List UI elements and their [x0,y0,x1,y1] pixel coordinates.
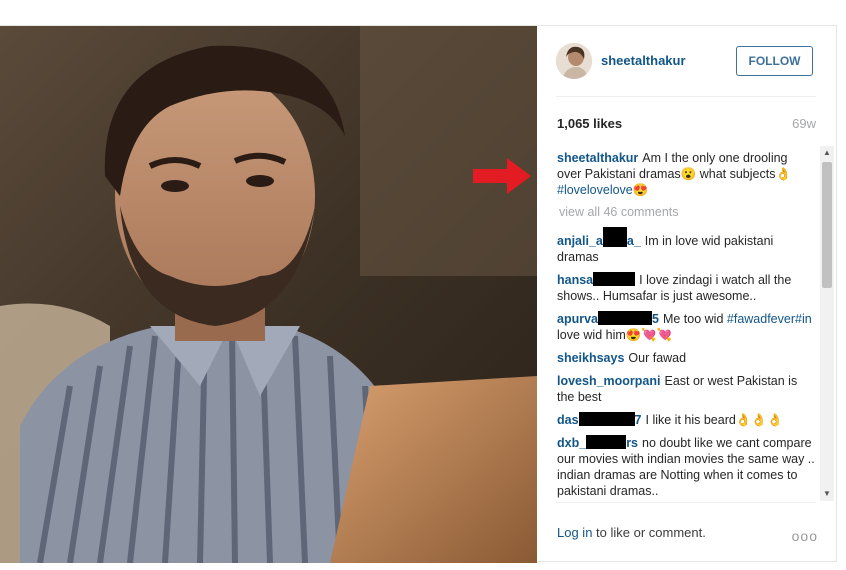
caption-user[interactable]: sheetalthakur [557,151,638,165]
caption: sheetalthakur Am I the only one drooling … [557,150,815,198]
comment-item: dxb_ rs no doubt like we cant compare our … [557,435,815,499]
avatar[interactable] [556,43,592,79]
comment-text: Me too wid [662,312,724,326]
more-options-icon[interactable]: ooo [792,528,818,544]
comment-user[interactable]: hansa [557,272,636,287]
scroll-up-arrow-icon[interactable]: ▲ [820,146,834,160]
emoji-heart-eyes: 😍 [632,183,649,197]
photo-illustration [0,26,537,563]
redaction-box [578,412,635,426]
emoji-ok-hand: 👌 [775,167,792,181]
post-header: sheetalthakur FOLLOW [556,26,816,97]
redaction-box [593,272,636,286]
post-photo[interactable] [0,26,537,563]
redaction-box [586,435,627,449]
post-age: 69w [792,116,816,131]
comment-user[interactable]: lovesh_moorpani [557,374,661,388]
login-prompt: Log in to like or comment. [557,525,706,540]
comment-item: das 7 I like it his beard👌👌👌 [557,412,815,428]
comment-user[interactable]: sheikhsays [557,351,624,365]
comment-item: anjali_a a_ Im in love wid pakistani drama… [557,227,815,265]
scroll-thumb[interactable] [822,162,832,288]
scroll-down-arrow-icon[interactable]: ▼ [820,487,834,501]
follow-button[interactable]: FOLLOW [736,46,813,76]
emoji-surprised: 😮 [680,167,697,181]
comment-hashtag[interactable]: #fawadfever#in [727,312,812,326]
comments-list: sheetalthakur Am I the only one drooling … [557,150,815,500]
red-arrow-icon [473,158,531,194]
comment-user[interactable]: anjali_a a_ [557,227,641,248]
view-all-comments-link[interactable]: view all 46 comments [559,205,815,219]
caption-hashtag[interactable]: #lovelovelove [557,183,633,197]
comment-item: apurva 5 Me too wid #fawadfever#in love wi… [557,311,815,343]
comment-user[interactable]: dxb_ rs [557,435,638,450]
post-side-panel: sheetalthakur FOLLOW 1,065 likes 69w she… [537,26,836,561]
comment-item: hansa I love zindagi i watch all the show… [557,272,815,304]
comment-user[interactable]: das 7 [557,412,642,427]
login-link[interactable]: Log in [557,525,592,540]
redaction-box [598,311,652,325]
comment-text: Our fawad [628,351,687,365]
caption-text-2: what subjects [696,167,776,181]
post-username[interactable]: sheetalthakur [601,53,686,68]
comment-item: lovesh_moorpani East or west Pakistan is … [557,373,815,405]
comments-scrollbar[interactable]: ▲ ▼ [820,146,834,501]
comment-text-2: love wid him [557,328,626,342]
emoji-hearts: 😍💘💘 [625,328,673,342]
likes-count[interactable]: 1,065 likes [557,116,622,131]
redaction-box [602,227,627,247]
comment-item: sheikhsays Our fawad [557,350,815,366]
avatar-image [556,43,592,79]
comment-text: I like it his beard [645,413,736,427]
emoji-ok-hands: 👌👌👌 [735,413,783,427]
post-card: sheetalthakur FOLLOW 1,065 likes 69w she… [0,25,837,563]
login-prompt-text: to like or comment. [592,525,706,540]
comment-user[interactable]: apurva 5 [557,311,659,326]
post-footer: Log in to like or comment. ooo [556,502,818,563]
